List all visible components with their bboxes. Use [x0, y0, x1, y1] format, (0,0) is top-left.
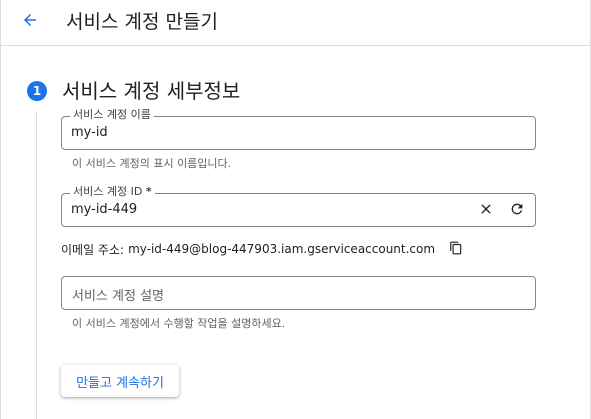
- email-address-label: 이메일 주소:: [61, 242, 125, 257]
- arrow-left-icon: [21, 11, 39, 33]
- page-title: 서비스 계정 만들기: [66, 11, 218, 33]
- service-account-name-value: my-id: [71, 125, 108, 140]
- required-mark: *: [145, 185, 152, 198]
- refresh-icon: [509, 201, 525, 221]
- copy-icon: [449, 241, 463, 258]
- service-account-name-hint: 이 서비스 계정의 표시 이름입니다.: [72, 157, 232, 170]
- create-and-continue-button[interactable]: 만들고 계속하기: [61, 365, 179, 397]
- copy-email-button[interactable]: [447, 240, 465, 258]
- step-connector-line: [36, 112, 37, 419]
- service-account-name-label: 서비스 계정 이름: [70, 108, 154, 122]
- service-account-id-field[interactable]: 서비스 계정 ID * my-id-449: [61, 185, 536, 227]
- email-address-value: my-id-449@blog-447903.iam.gserviceaccoun…: [128, 242, 436, 256]
- step-title: 서비스 계정 세부정보: [62, 79, 241, 103]
- service-account-id-value: my-id-449: [71, 202, 138, 217]
- step-number-badge: 1: [27, 81, 47, 101]
- service-account-description-hint: 이 서비스 계정에서 수행할 작업을 설명하세요.: [72, 317, 286, 330]
- service-account-id-label: 서비스 계정 ID *: [70, 185, 155, 199]
- email-address-row: 이메일 주소: my-id-449@blog-447903.iam.gservi…: [61, 240, 465, 258]
- clear-button[interactable]: [475, 200, 497, 222]
- service-account-name-field[interactable]: 서비스 계정 이름 my-id: [61, 108, 536, 150]
- back-button[interactable]: [14, 6, 46, 38]
- regenerate-id-button[interactable]: [506, 200, 528, 222]
- page-header: 서비스 계정 만들기: [0, 0, 591, 46]
- service-account-description-field[interactable]: 서비스 계정 설명: [61, 276, 536, 310]
- service-account-id-label-text: 서비스 계정 ID: [73, 185, 143, 198]
- close-icon: [478, 201, 494, 221]
- service-account-description-placeholder: 서비스 계정 설명: [72, 289, 164, 304]
